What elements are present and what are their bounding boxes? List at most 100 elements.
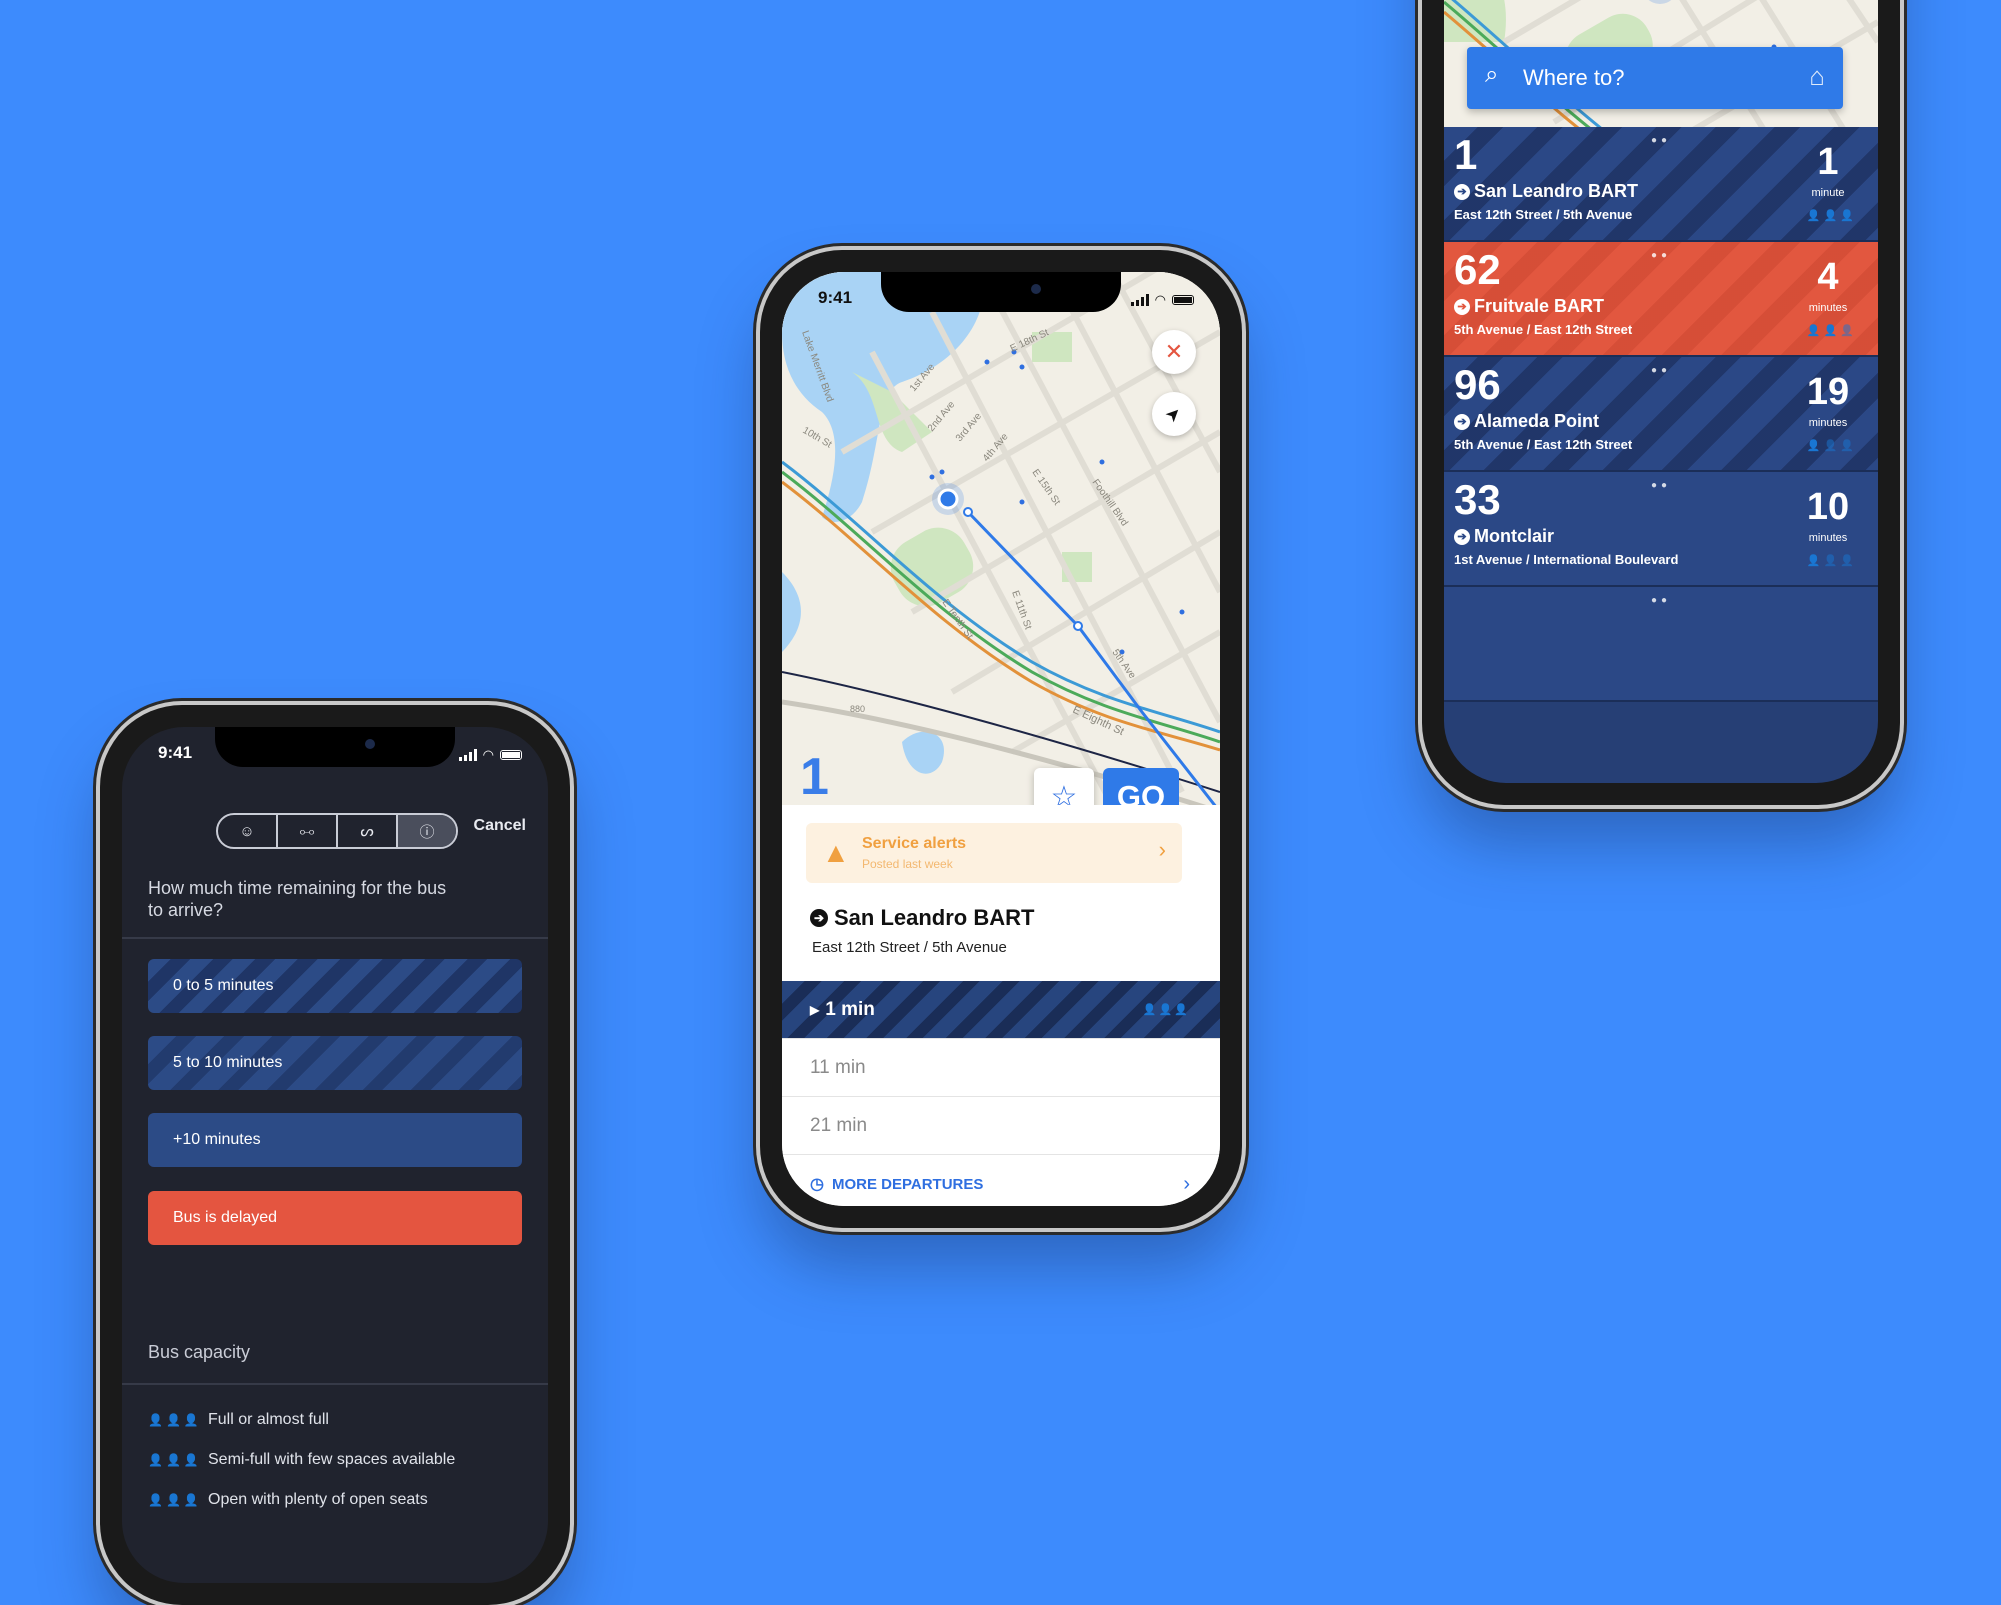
nearby-routes-screen: ⌕ Where to? ⌂ ●● 1 ➔ San Leandro BART Eas…	[1444, 0, 1878, 783]
route-card[interactable]: ●● 33 ➔ Montclair 1st Avenue / Internatio…	[1444, 472, 1878, 587]
people-icon: 👤👤👤	[148, 1453, 199, 1467]
route-card-unit: minute	[1811, 187, 1845, 199]
divider	[122, 937, 548, 939]
route-card-minutes: 1	[1817, 141, 1839, 183]
option-0-5-minutes[interactable]: 0 to 5 minutes	[148, 959, 522, 1013]
route-card-unit: minutes	[1808, 532, 1848, 544]
warning-icon: ▲	[822, 837, 850, 868]
route-card-minutes: 4	[1817, 256, 1839, 298]
user-location	[937, 488, 959, 510]
route-card-stop: East 12th Street / 5th Avenue	[1454, 207, 1633, 222]
people-icon: 👤👤👤	[1142, 1004, 1190, 1016]
favorite-button[interactable]: ☆	[1034, 768, 1094, 805]
phone-center: Lake Merritt Blvd 1st Ave 2nd Ave 3rd Av…	[760, 250, 1242, 1228]
svg-text:880: 880	[850, 704, 865, 714]
status-time: 9:41	[158, 743, 193, 762]
stop-label: East 12th Street / 5th Avenue	[812, 939, 1007, 956]
arrow-circle-icon: ➔	[810, 909, 828, 927]
people-icon: 👤👤👤	[1806, 440, 1854, 452]
option-bus-delayed[interactable]: Bus is delayed	[148, 1191, 522, 1245]
departure-row-active[interactable]: ▶ 1 min 👤👤👤	[782, 981, 1220, 1039]
route-card-number: 96	[1454, 361, 1501, 408]
go-button[interactable]: GO	[1103, 768, 1179, 805]
destination: ➔ San Leandro BART	[810, 905, 1034, 931]
question-text: How much time remaining for the bus to a…	[148, 878, 447, 920]
capacity-row: 👤 👤 👤 Open with plenty of open seats	[148, 1491, 428, 1509]
home-add-icon[interactable]: ⌂	[1809, 61, 1825, 92]
search-bar[interactable]: ⌕ Where to? ⌂	[1467, 47, 1843, 109]
phone-left: 9:41 ◠ ☺ ⧟ ᔕ ⓘ Cancel How much time rema…	[100, 705, 570, 1605]
capacity-label: Full or almost full	[208, 1411, 329, 1428]
people-icon: 👤👤👤	[1806, 325, 1854, 337]
recenter-button[interactable]: ➤	[1152, 392, 1196, 436]
smiley-icon[interactable]: ☺	[218, 815, 278, 847]
status-time: 9:41	[818, 288, 853, 307]
status-icons: ◠	[458, 747, 522, 763]
phone-right: ⌕ Where to? ⌂ ●● 1 ➔ San Leandro BART Eas…	[1422, 0, 1900, 805]
destination-label: San Leandro BART	[834, 905, 1035, 930]
route-card[interactable]: ●● 1 ➔ San Leandro BART East 12th Street …	[1444, 127, 1878, 242]
option-5-10-minutes[interactable]: 5 to 10 minutes	[148, 1036, 522, 1090]
capacity-title: Bus capacity	[148, 1342, 251, 1362]
route-card-stop: 5th Avenue / East 12th Street	[1454, 322, 1633, 337]
route-card[interactable]: ●● 62 ➔ Fruitvale BART 5th Avenue / East …	[1444, 242, 1878, 357]
departure-row[interactable]: 11 min	[782, 1039, 1220, 1097]
notch	[881, 272, 1121, 312]
route-card-number: 1	[1454, 131, 1478, 178]
arrow-circle-icon: ➔	[1454, 413, 1470, 430]
departure-time: 11 min	[810, 1056, 866, 1078]
dots-indicator: ●●	[1651, 595, 1672, 606]
chevron-right-icon[interactable]: ›	[1183, 1173, 1190, 1196]
close-icon: ✕	[1164, 339, 1184, 364]
info-icon[interactable]: ⓘ	[398, 815, 456, 847]
clock-icon: ◷	[810, 1176, 824, 1193]
route-card-minutes: 10	[1806, 486, 1850, 528]
route-card-partial[interactable]: ●●	[1444, 587, 1878, 702]
route-card-minutes: 19	[1806, 371, 1850, 413]
close-button[interactable]: ✕	[1152, 330, 1196, 374]
wifi-icon: ◠	[482, 747, 494, 762]
divider	[122, 1383, 548, 1385]
dots-indicator: ●●	[1651, 135, 1672, 146]
feedback-tabs: ☺ ⧟ ᔕ ⓘ	[216, 813, 458, 849]
capacity-label: Semi-full with few spaces available	[208, 1451, 456, 1468]
chevron-right-icon: ›	[1158, 837, 1166, 862]
route-card-destination-label: Montclair	[1474, 526, 1555, 546]
route-card-number: 62	[1454, 246, 1501, 293]
more-departures-link[interactable]: ◷ MORE DEPARTURES	[810, 1174, 983, 1194]
capacity-row: 👤 👤 👤 Full or almost full	[148, 1411, 329, 1429]
departure-row[interactable]: 21 min	[782, 1097, 1220, 1155]
route-card-number: 33	[1454, 476, 1501, 523]
navigation-arrow-icon: ➤	[1161, 401, 1187, 427]
departure-time: 1 min	[825, 998, 875, 1020]
route-screen: Lake Merritt Blvd 1st Ave 2nd Ave 3rd Av…	[782, 272, 1220, 1206]
people-icon: 👤👤👤	[1806, 555, 1854, 567]
battery-icon	[500, 750, 522, 760]
search-input[interactable]: Where to?	[1523, 65, 1625, 91]
feedback-screen: 9:41 ◠ ☺ ⧟ ᔕ ⓘ Cancel How much time rema…	[122, 727, 548, 1583]
dots-indicator: ●●	[1651, 480, 1672, 491]
route-card-destination: ➔ Montclair	[1454, 526, 1554, 547]
more-departures-label: MORE DEPARTURES	[831, 1175, 984, 1193]
cancel-button[interactable]: Cancel	[474, 817, 526, 835]
sliders-icon[interactable]: ⧟	[278, 815, 338, 847]
status-icons: ◠	[1130, 292, 1194, 308]
route-card-destination: ➔ Fruitvale BART	[1454, 296, 1604, 317]
map[interactable]: Lake Merritt Blvd 1st Ave 2nd Ave 3rd Av…	[782, 272, 1220, 805]
wifi-icon: ◠	[1154, 292, 1166, 307]
route-card-unit: minutes	[1808, 417, 1848, 429]
capacity-row: 👤 👤 👤 Semi-full with few spaces available	[148, 1451, 455, 1469]
route-card-stop: 1st Avenue / International Boulevard	[1454, 552, 1679, 567]
signal-icon	[1130, 294, 1149, 306]
dots-indicator: ●●	[1651, 365, 1672, 376]
route-card-destination: ➔ San Leandro BART	[1454, 181, 1638, 202]
service-alert[interactable]: ▲ Service alerts Posted last week ›	[806, 823, 1182, 883]
play-icon: ▶	[810, 1002, 820, 1017]
route-icon[interactable]: ᔕ	[338, 815, 398, 847]
people-icon: 👤👤👤	[148, 1493, 199, 1507]
option-10-plus-minutes[interactable]: +10 minutes	[148, 1113, 522, 1167]
route-card[interactable]: ●● 96 ➔ Alameda Point 5th Avenue / East 1…	[1444, 357, 1878, 472]
route-card-stop: 5th Avenue / East 12th Street	[1454, 437, 1633, 452]
alert-subtitle: Posted last week	[862, 857, 953, 871]
arrow-circle-icon: ➔	[1454, 298, 1470, 315]
